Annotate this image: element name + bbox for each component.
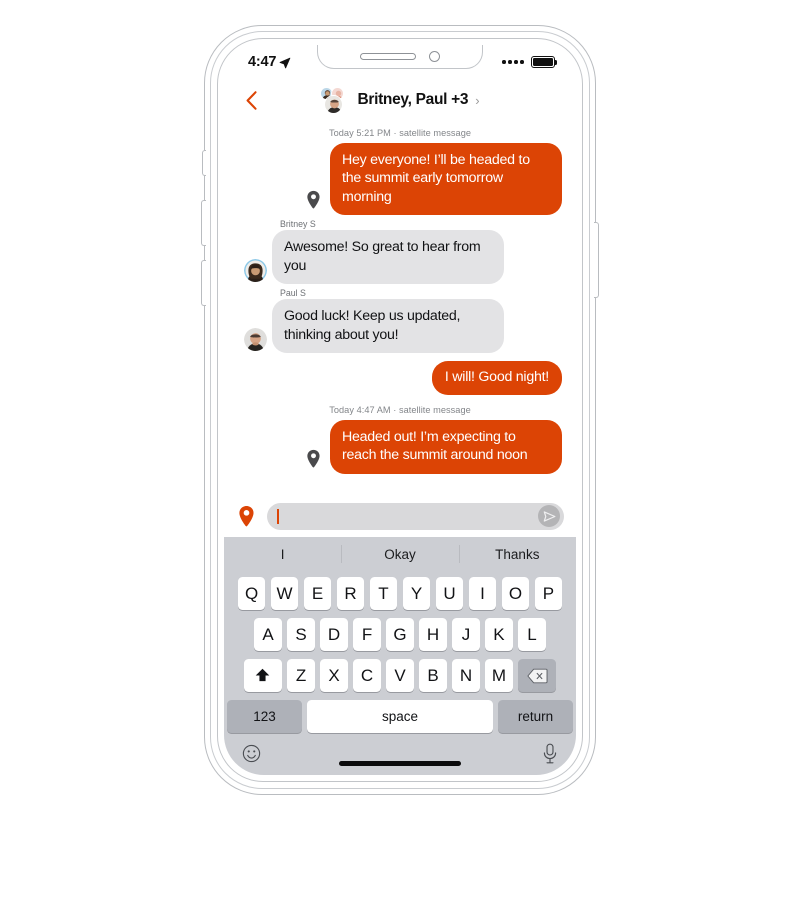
shift-key[interactable]: [243, 659, 282, 692]
location-pin-icon: [306, 449, 320, 468]
predictive-suggestion-bar: I Okay Thanks: [224, 537, 576, 571]
avatar: [238, 259, 272, 284]
volume-down-button[interactable]: [201, 260, 206, 306]
satellite-pin-slot: [296, 449, 330, 474]
status-bar-time: 4:47: [248, 54, 277, 70]
message-input[interactable]: [282, 502, 538, 530]
on-screen-keyboard: I Okay Thanks Q W E R T Y U I O P A S D …: [224, 537, 576, 775]
key-s[interactable]: S: [287, 618, 315, 651]
phone-screen: 4:47 Britney, Paul +3 › Today 5:21 PM · …: [224, 45, 576, 775]
message-row-received: Awesome! So great to hear from you: [238, 230, 562, 285]
message-sender-name: Paul S: [280, 288, 306, 299]
message-bubble[interactable]: Awesome! So great to hear from you: [272, 230, 504, 285]
keyboard-row-1: Q W E R T Y U I O P: [224, 571, 576, 610]
conversation-header: Britney, Paul +3 ›: [224, 79, 576, 121]
key-n[interactable]: N: [452, 659, 480, 692]
page-title: Britney, Paul +3: [357, 91, 469, 108]
key-u[interactable]: U: [435, 577, 464, 610]
home-indicator[interactable]: [339, 761, 461, 766]
chevron-left-icon: [246, 90, 257, 110]
avatar-member-3: [324, 94, 344, 114]
back-button[interactable]: [238, 87, 264, 113]
microphone-icon: [543, 743, 557, 764]
message-bubble[interactable]: I will! Good night!: [431, 361, 562, 395]
key-j[interactable]: J: [452, 618, 480, 651]
key-y[interactable]: Y: [402, 577, 431, 610]
signal-dots-icon: [502, 60, 524, 64]
key-e[interactable]: E: [303, 577, 332, 610]
message-bubble[interactable]: Hey everyone! I’ll be headed to the summ…: [330, 143, 562, 216]
key-m[interactable]: M: [485, 659, 513, 692]
key-l[interactable]: L: [518, 618, 546, 651]
suggestion-1[interactable]: Okay: [341, 537, 458, 571]
message-timestamp: Today 4:47 AM · satellite message: [329, 404, 471, 415]
keyboard-row-4: 123 space return: [224, 700, 576, 733]
keyboard-row-3: Z X C V B N M: [224, 659, 576, 692]
key-z[interactable]: Z: [287, 659, 315, 692]
location-arrow-icon: [279, 57, 291, 68]
key-p[interactable]: P: [534, 577, 563, 610]
status-bar-left: 4:47: [248, 54, 291, 70]
numbers-key[interactable]: 123: [227, 700, 302, 733]
volume-up-button[interactable]: [201, 200, 206, 246]
chevron-right-icon: ›: [475, 92, 480, 108]
message-row-sent: Hey everyone! I’ll be headed to the summ…: [238, 143, 562, 216]
text-caret: [277, 508, 279, 524]
key-h[interactable]: H: [419, 618, 447, 651]
key-r[interactable]: R: [336, 577, 365, 610]
keyboard-row-2: A S D F G H J K L: [224, 618, 576, 651]
screenshot-root: 4:47 Britney, Paul +3 › Today 5:21 PM · …: [0, 0, 800, 900]
silent-switch-button[interactable]: [202, 150, 206, 176]
message-input-wrap[interactable]: [267, 502, 564, 530]
key-w[interactable]: W: [270, 577, 299, 610]
britney-avatar: [243, 259, 267, 283]
key-a[interactable]: A: [254, 618, 282, 651]
power-button[interactable]: [594, 222, 599, 298]
status-bar: 4:47: [224, 45, 576, 79]
location-pin-icon: [306, 191, 320, 209]
message-bubble[interactable]: Good luck! Keep us updated, thinking abo…: [272, 299, 504, 354]
shift-up-arrow-icon: [256, 668, 270, 682]
emoji-smiley-icon: [242, 744, 261, 763]
satellite-pin-slot: [296, 190, 330, 215]
message-timestamp: Today 5:21 PM · satellite message: [328, 128, 472, 138]
key-f[interactable]: F: [353, 618, 381, 651]
key-i[interactable]: I: [468, 577, 497, 610]
key-o[interactable]: O: [501, 577, 530, 610]
suggestion-0[interactable]: I: [224, 537, 341, 571]
conversation-title-group[interactable]: Britney, Paul +3 ›: [224, 86, 576, 114]
dictation-key[interactable]: [542, 743, 558, 769]
message-row-received: Good luck! Keep us updated, thinking abo…: [238, 299, 562, 354]
emoji-key[interactable]: [242, 744, 261, 768]
key-g[interactable]: G: [386, 618, 414, 651]
message-sender-name: Britney S: [280, 219, 316, 230]
location-pin-filled-icon[interactable]: [238, 504, 258, 528]
space-key[interactable]: space: [307, 700, 493, 733]
key-t[interactable]: T: [369, 577, 398, 610]
key-v[interactable]: V: [386, 659, 414, 692]
message-composer: [224, 495, 576, 537]
key-d[interactable]: D: [320, 618, 348, 651]
message-bubble[interactable]: Headed out! I’m expecting to reach the s…: [330, 419, 562, 474]
send-arrow-icon: [543, 510, 555, 522]
return-key[interactable]: return: [498, 700, 573, 733]
group-avatar-icon: [320, 86, 350, 114]
message-row-sent: Headed out! I’m expecting to reach the s…: [238, 419, 562, 474]
keyboard-bottom-bar: [224, 739, 576, 773]
message-row-sent: I will! Good night!: [238, 361, 562, 395]
send-button[interactable]: [538, 505, 560, 527]
key-x[interactable]: X: [320, 659, 348, 692]
suggestion-2[interactable]: Thanks: [458, 537, 576, 571]
status-bar-right: [502, 56, 558, 68]
key-k[interactable]: K: [485, 618, 513, 651]
battery-full-icon: [531, 56, 558, 68]
avatar: [238, 328, 272, 353]
message-list: Today 5:21 PM · satellite message Hey ev…: [224, 121, 576, 495]
key-c[interactable]: C: [353, 659, 381, 692]
key-b[interactable]: B: [419, 659, 447, 692]
backspace-key[interactable]: [518, 659, 557, 692]
paul-avatar: [243, 328, 267, 352]
backspace-delete-icon: [527, 668, 548, 683]
key-q[interactable]: Q: [237, 577, 266, 610]
